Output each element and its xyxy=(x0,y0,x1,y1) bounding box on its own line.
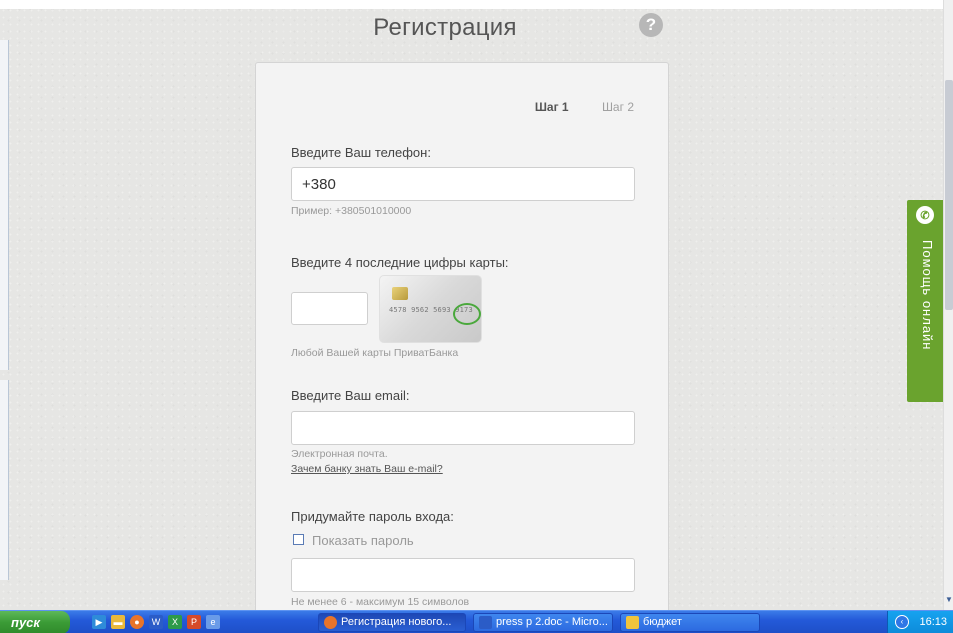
online-help-button[interactable]: ✆ Помощь онлайн xyxy=(907,200,943,402)
ie-icon[interactable]: e xyxy=(206,615,220,629)
step-1: Шаг 1 xyxy=(534,100,569,114)
quick-launch-bar: ▶ ▬ ● W X P e xyxy=(92,615,220,631)
page-title: Регистрация xyxy=(373,14,517,41)
step-2: Шаг 2 xyxy=(601,100,634,114)
email-label: Введите Ваш email: xyxy=(291,388,410,403)
email-hint: Электронная почта. xyxy=(291,448,388,460)
card-example-image: 4578 9562 5693 9173 xyxy=(379,275,482,343)
firefox-icon xyxy=(324,616,337,629)
registration-form: Шаг 1 Шаг 2 Введите Ваш телефон: +380 Пр… xyxy=(255,62,669,610)
excel-icon[interactable]: X xyxy=(168,615,182,629)
chat-icon: ✆ xyxy=(916,206,934,224)
task-word-doc-label: press p 2.doc - Micro... xyxy=(496,616,608,628)
word-doc-icon xyxy=(479,616,492,629)
task-budget-folder-label: бюджет xyxy=(643,616,682,628)
phone-hint: Пример: +380501010000 xyxy=(291,205,412,217)
steps-indicator: Шаг 1 Шаг 2 xyxy=(505,100,634,114)
left-panel-edge-lower xyxy=(0,380,9,580)
card-label: Введите 4 последние цифры карты: xyxy=(291,255,509,270)
password-label: Придумайте пароль входа: xyxy=(291,509,454,524)
phone-label: Введите Ваш телефон: xyxy=(291,145,431,160)
taskbar: пуск ▶ ▬ ● W X P e Регистрация нового...… xyxy=(0,610,953,633)
vertical-scrollbar[interactable]: ▼ xyxy=(943,0,953,610)
top-border xyxy=(0,0,953,9)
password-input[interactable] xyxy=(291,558,635,592)
media-player-icon[interactable]: ▶ xyxy=(92,615,106,629)
show-password-checkbox[interactable] xyxy=(293,534,304,545)
card-chip-icon xyxy=(392,287,408,300)
online-help-label: Помощь онлайн xyxy=(920,240,935,351)
start-button[interactable]: пуск xyxy=(0,611,70,633)
help-icon[interactable]: ? xyxy=(639,13,663,37)
password-hint: Не менее 6 - максимум 15 символов xyxy=(291,596,470,608)
folder-icon[interactable]: ▬ xyxy=(111,615,125,629)
powerpoint-icon[interactable]: P xyxy=(187,615,201,629)
task-registration-label: Регистрация нового... xyxy=(341,616,452,628)
scroll-thumb[interactable] xyxy=(945,80,953,310)
browser-icon[interactable]: ● xyxy=(130,615,144,629)
card-digits-input[interactable] xyxy=(291,292,368,325)
task-registration[interactable]: Регистрация нового... xyxy=(318,613,466,632)
tray-arrow-icon[interactable]: ‹ xyxy=(895,615,909,629)
left-panel-edge xyxy=(0,40,9,370)
email-why-link[interactable]: Зачем банку знать Ваш e-mail? xyxy=(291,463,443,475)
system-tray: ‹ 16:13 xyxy=(887,611,953,633)
browser-viewport: Регистрация ? Шаг 1 Шаг 2 Введите Ваш те… xyxy=(0,0,953,610)
folder-icon xyxy=(626,616,639,629)
clock: 16:13 xyxy=(919,616,947,628)
word-icon[interactable]: W xyxy=(149,615,163,629)
show-password-label[interactable]: Показать пароль xyxy=(312,533,414,548)
card-digits-highlight xyxy=(453,303,481,325)
task-budget-folder[interactable]: бюджет xyxy=(620,613,760,632)
scroll-down-icon[interactable]: ▼ xyxy=(945,594,953,606)
task-word-doc[interactable]: press p 2.doc - Micro... xyxy=(473,613,613,632)
card-hint: Любой Вашей карты ПриватБанка xyxy=(291,347,459,359)
email-input[interactable] xyxy=(291,411,635,445)
phone-input[interactable]: +380 xyxy=(291,167,635,201)
